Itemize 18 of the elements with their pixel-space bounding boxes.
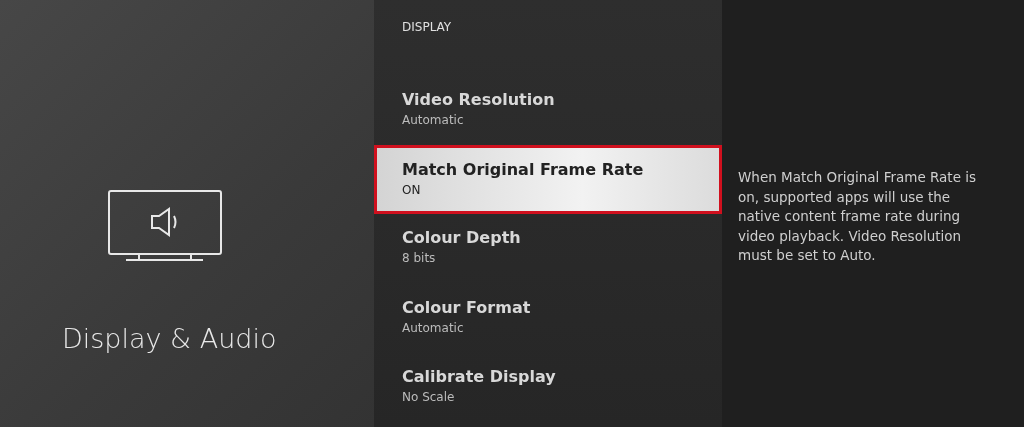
- item-title: Match Original Frame Rate: [402, 160, 644, 180]
- menu-item[interactable]: Match Original Frame Rate ON: [374, 145, 722, 215]
- item-value: 8 bits: [402, 251, 436, 266]
- item-title: Video Resolution: [402, 89, 555, 109]
- tv-speaker-icon: [108, 190, 223, 262]
- description-text: When Match Original Frame Rate is on, supported apps will use the native content frame rate during video playback. Video Resolution must be set to Auto.: [738, 168, 978, 265]
- section-heading: DISPLAY: [402, 20, 452, 36]
- item-title: Colour Format: [402, 297, 531, 317]
- item-value: ON: [402, 183, 421, 198]
- item-value: No Scale: [402, 390, 455, 405]
- menu-item[interactable]: Colour Format Automatic: [374, 287, 722, 358]
- item-title: Calibrate Display: [402, 367, 556, 387]
- category-title: Display & Audio: [62, 323, 277, 354]
- menu-item[interactable]: Colour Depth 8 bits: [374, 218, 722, 288]
- item-title: Colour Depth: [402, 228, 521, 248]
- item-value: Automatic: [402, 320, 464, 335]
- menu-item[interactable]: Calibrate Display No Scale: [374, 357, 722, 427]
- item-value: Automatic: [402, 112, 464, 127]
